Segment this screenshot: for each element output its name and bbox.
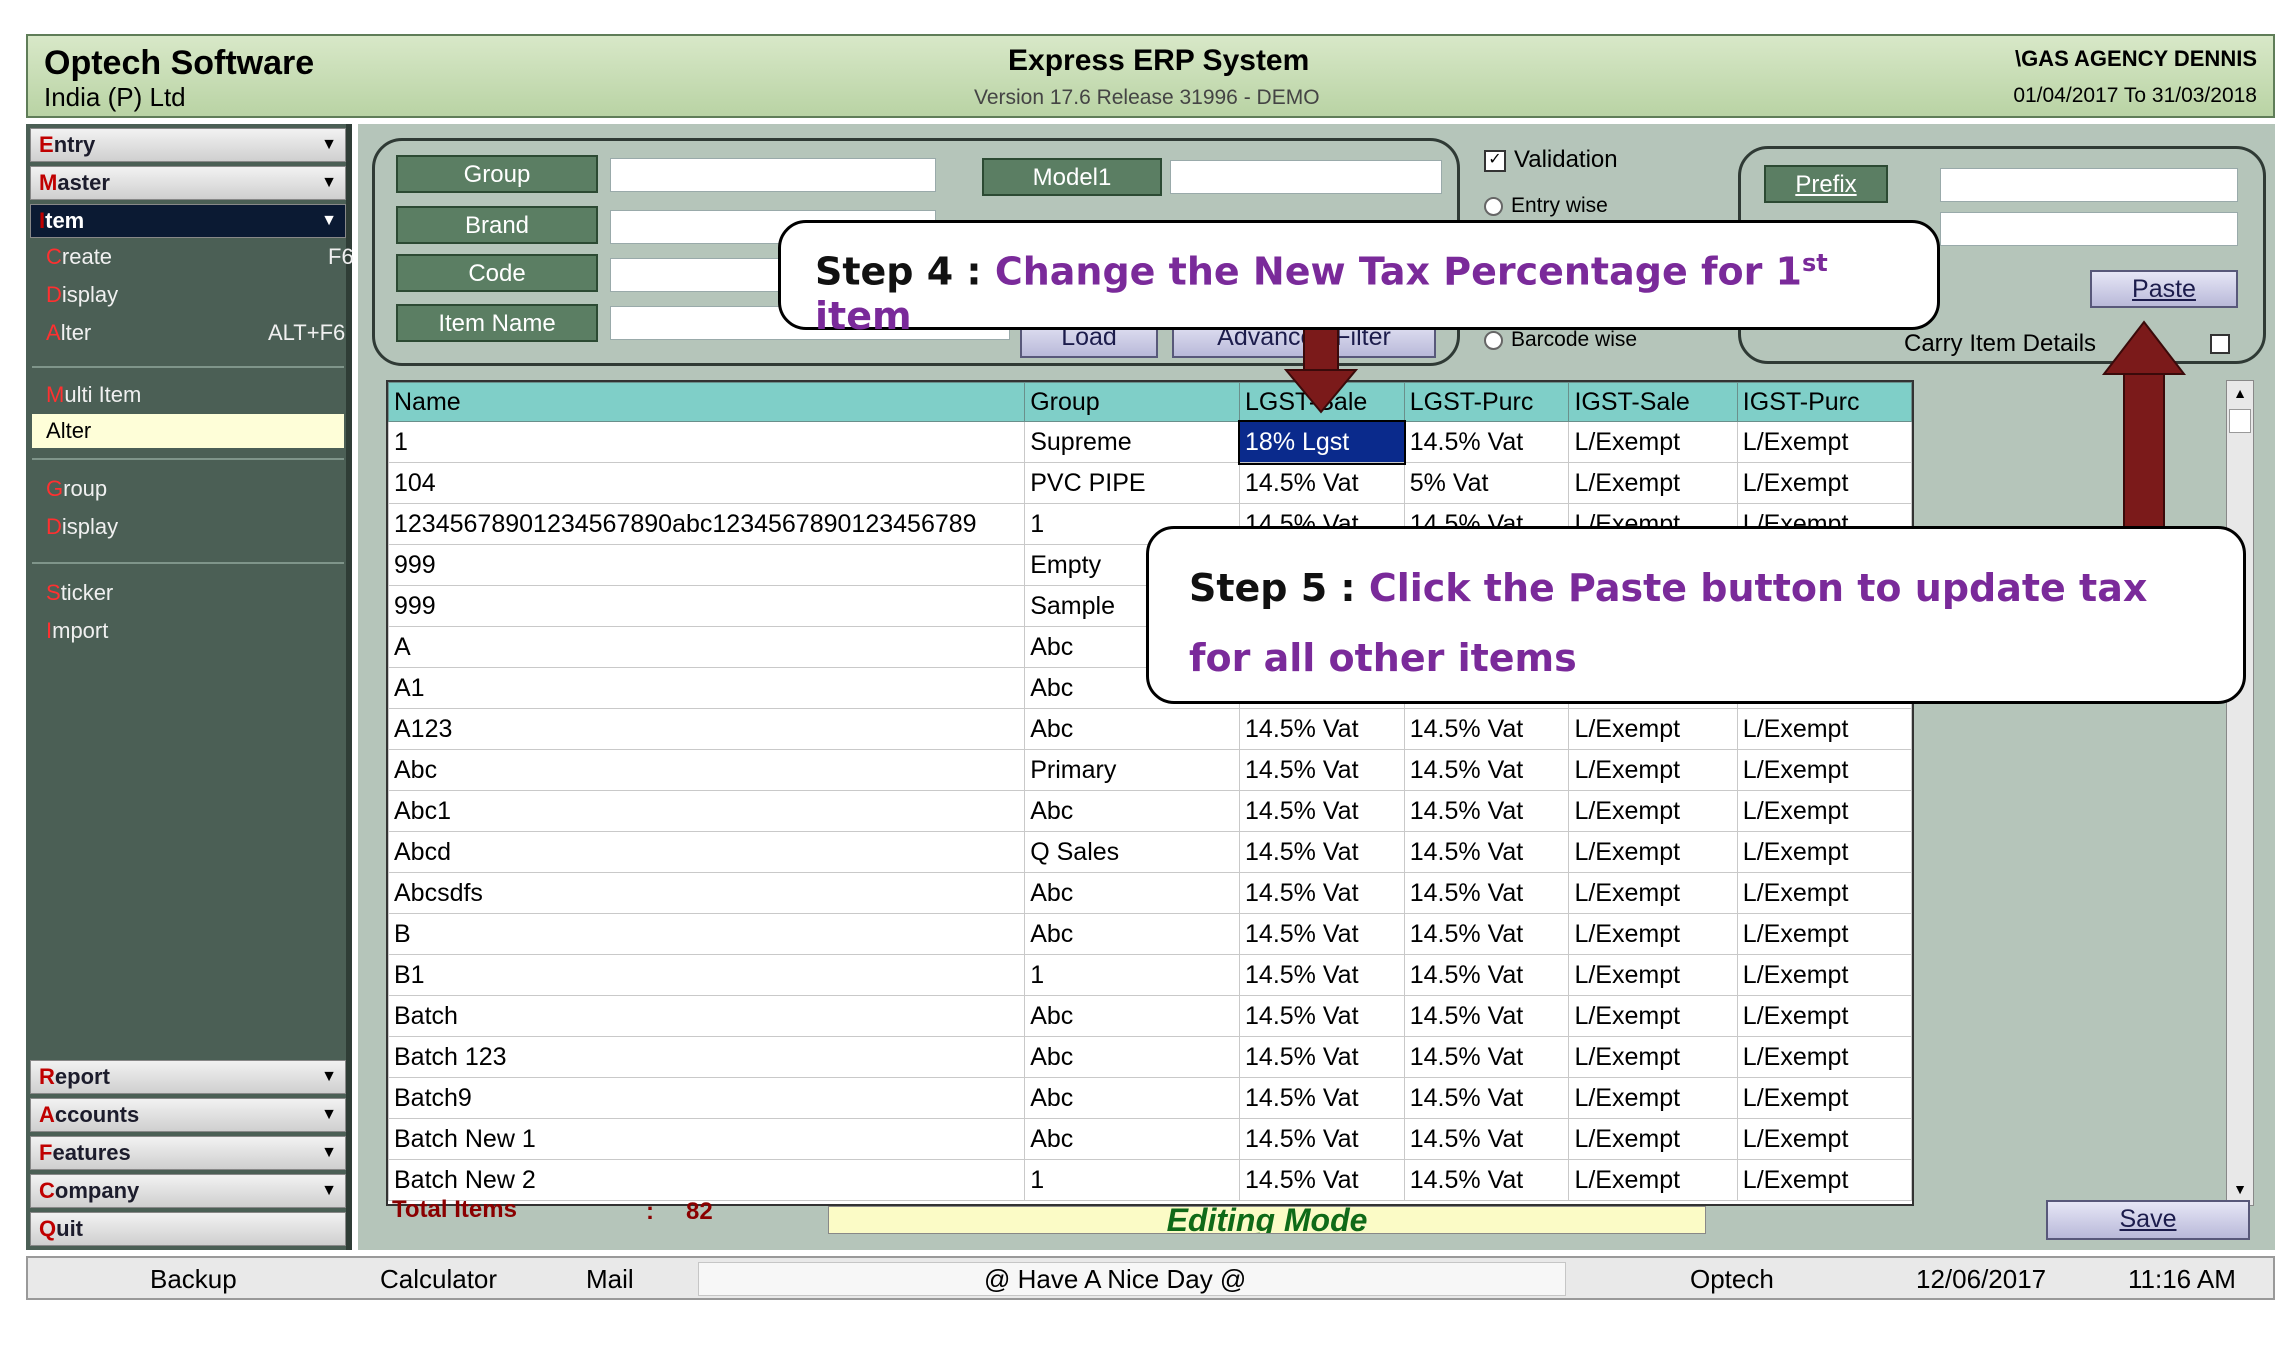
step4-callout: Step 4 : Change the New Tax Percentage f… bbox=[778, 220, 1940, 338]
step4-text: Change the New Tax Percentage for 1 bbox=[994, 249, 1802, 294]
up-arrow-icon bbox=[2101, 320, 2187, 549]
step5-label: Step 5 : bbox=[1189, 566, 1356, 610]
step4-label: Step 4 : bbox=[815, 249, 982, 294]
step4-tail: item bbox=[815, 293, 912, 338]
step5-callout: Step 5 : Click the Paste button to updat… bbox=[1146, 526, 2246, 704]
step4-superscript: st bbox=[1802, 249, 1828, 277]
